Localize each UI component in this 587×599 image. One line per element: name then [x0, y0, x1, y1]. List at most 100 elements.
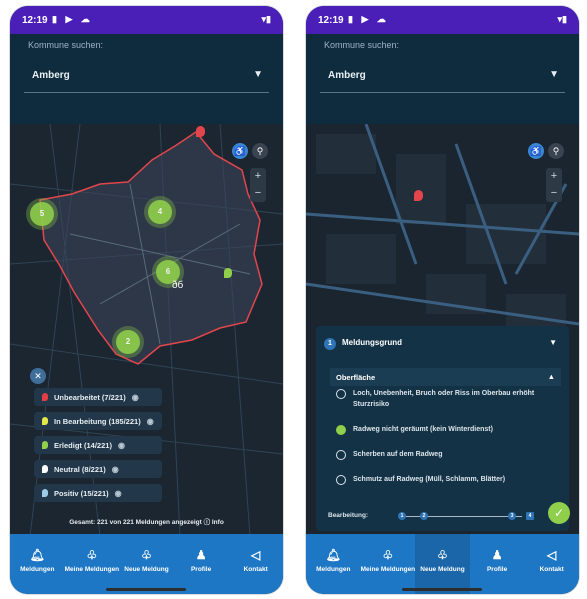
legend-item-erledigt[interactable]: Erledigt (14/221) ◉	[34, 436, 162, 454]
zoom-out-icon[interactable]: −	[546, 185, 562, 202]
pin-icon	[42, 441, 48, 449]
zoom-in-icon[interactable]: +	[546, 168, 562, 185]
tab-profile[interactable]: ♟ Profile	[174, 534, 229, 594]
radio-button-selected[interactable]	[336, 425, 346, 435]
zoom-control[interactable]: + −	[250, 168, 266, 202]
kommune-dropdown[interactable]: Amberg ▼	[320, 62, 565, 93]
person-icon: ♟	[491, 548, 503, 562]
chevron-down-icon: ▼	[549, 69, 559, 80]
eye-icon[interactable]: ◉	[147, 417, 154, 426]
megaphone-icon: ◁	[547, 548, 557, 562]
tab-kontakt[interactable]: ◁ Kontakt	[524, 534, 579, 594]
kommune-value: Amberg	[328, 70, 366, 81]
cluster-marker[interactable]: 4	[148, 200, 172, 224]
status-bar: 12:19 ▮ ▶ ☁ ▾▮	[306, 6, 579, 34]
map-marker-green[interactable]	[224, 268, 232, 278]
pin-icon	[42, 393, 48, 401]
eye-icon[interactable]: ◉	[115, 489, 122, 498]
panel-title: Meldungsgrund	[342, 338, 402, 347]
pin-icon	[42, 489, 48, 497]
tab-meine-meldungen[interactable]: ♧ Meine Meldungen	[361, 534, 416, 594]
kommune-label: Kommune suchen:	[324, 40, 400, 50]
bike-icon[interactable]: ⚲	[548, 143, 564, 159]
status-legend: Unbearbeitet (7/221) ◉ In Bearbeitung (18…	[34, 388, 162, 508]
zoom-in-icon[interactable]: +	[250, 168, 266, 185]
home-indicator	[106, 588, 186, 591]
legend-item-unbearbeitet[interactable]: Unbearbeitet (7/221) ◉	[34, 388, 162, 406]
tab-profile[interactable]: ♟ Profile	[470, 534, 525, 594]
municipality-boundary	[39, 130, 263, 365]
pin-icon	[42, 465, 48, 473]
cluster-marker[interactable]: 2	[116, 330, 140, 354]
progress-step: 3	[508, 512, 516, 520]
progress-step: 2	[420, 512, 428, 520]
bell-plus-icon: ♧	[86, 548, 98, 562]
reason-option[interactable]: Radweg nicht geräumt (kein Winterdienst)	[336, 424, 561, 435]
status-time: 12:19	[22, 15, 48, 26]
radio-button[interactable]	[336, 475, 346, 485]
bell-icon: 🔔︎	[29, 548, 45, 562]
accessibility-icon[interactable]: ♿	[232, 143, 248, 159]
eye-icon[interactable]: ◉	[132, 393, 139, 402]
tab-meldungen[interactable]: 🔔︎ Meldungen	[306, 534, 361, 594]
zoom-control[interactable]: + −	[546, 168, 562, 202]
home-indicator	[402, 588, 482, 591]
pin-icon	[42, 417, 48, 425]
status-icons: ▮ ▶ ☁	[52, 14, 93, 24]
bottom-navigation: 🔔︎ Meldungen ♧ Meine Meldungen ♧ Neue Meldu…	[306, 534, 579, 594]
tab-meldungen[interactable]: 🔔︎ Meldungen	[10, 534, 65, 594]
confirm-check-button[interactable]: ✓	[548, 502, 570, 524]
tab-neue-meldung[interactable]: ♧ Neue Meldung	[119, 534, 174, 594]
bell-icon: 🔔︎	[325, 548, 341, 562]
bell-add-icon: ♧	[437, 548, 448, 562]
map-marker-red[interactable]	[196, 126, 205, 137]
tab-neue-meldung[interactable]: ♧ Neue Meldung	[415, 534, 470, 594]
status-bar: 12:19 ▮ ▶ ☁ ▾▮	[10, 6, 283, 34]
reason-option[interactable]: Schmutz auf Radweg (Müll, Schlamm, Blätt…	[336, 474, 561, 485]
reason-option[interactable]: Scherben auf dem Radweg	[336, 449, 561, 460]
battery-wifi-icon: ▾▮	[261, 14, 271, 24]
phone-screen-map-overview: 12:19 ▮ ▶ ☁ ▾▮ Kommune suchen: Amberg ▼ …	[10, 6, 283, 594]
zoom-out-icon[interactable]: −	[250, 185, 266, 202]
step-badge: 1	[324, 338, 336, 350]
report-reason-panel: 1 Meldungsgrund ▼ Oberfläche ▲ Loch, Unebe…	[316, 326, 570, 531]
status-icons: ▮ ▶ ☁	[348, 14, 389, 24]
bike-icon[interactable]: ⚲	[252, 143, 268, 159]
chevron-up-icon: ▲	[547, 372, 555, 381]
eye-icon[interactable]: ◉	[112, 465, 119, 474]
tab-meine-meldungen[interactable]: ♧ Meine Meldungen	[65, 534, 120, 594]
bell-plus-icon: ♧	[382, 548, 394, 562]
radio-button[interactable]	[336, 389, 346, 399]
reason-option[interactable]: Loch, Unebenheit, Bruch oder Riss im Obe…	[336, 388, 561, 410]
status-time: 12:19	[318, 15, 344, 26]
bottom-navigation: 🔔︎ Meldungen ♧ Meine Meldungen ♧ Neue Meldu…	[10, 534, 283, 594]
legend-item-in-bearbeitung[interactable]: In Bearbeitung (185/221) ◉	[34, 412, 162, 430]
panel-header[interactable]: 1 Meldungsgrund ▼	[324, 338, 561, 358]
map-marker-red[interactable]	[414, 190, 423, 201]
progress-step: 4	[526, 512, 534, 520]
reason-options: Loch, Unebenheit, Bruch oder Riss im Obe…	[330, 388, 561, 499]
kommune-dropdown[interactable]: Amberg ▼	[24, 62, 269, 93]
progress-stepper: Bearbeitung: 1 2 3 4	[328, 508, 538, 524]
radio-button[interactable]	[336, 450, 346, 460]
person-icon: ♟	[195, 548, 207, 562]
legend-item-positiv[interactable]: Positiv (15/221) ◉	[34, 484, 162, 502]
kommune-value: Amberg	[32, 70, 70, 81]
total-count-note: Gesamt: 221 von 221 Meldungen angezeigt …	[69, 519, 224, 526]
progress-label: Bearbeitung:	[328, 512, 369, 519]
battery-wifi-icon: ▾▮	[557, 14, 567, 24]
chevron-down-icon: ▼	[253, 69, 263, 80]
legend-item-neutral[interactable]: Neutral (8/221) ◉	[34, 460, 162, 478]
legend-close-icon[interactable]: ✕	[30, 368, 46, 384]
progress-step: 1	[398, 512, 406, 520]
tab-kontakt[interactable]: ◁ Kontakt	[228, 534, 283, 594]
accessibility-icon[interactable]: ♿	[528, 143, 544, 159]
chevron-down-icon[interactable]: ▼	[549, 338, 557, 347]
kommune-label: Kommune suchen:	[28, 40, 104, 50]
city-logo-icon: ðб	[172, 280, 184, 291]
category-header[interactable]: Oberfläche ▲	[330, 368, 561, 386]
megaphone-icon: ◁	[251, 548, 261, 562]
eye-icon[interactable]: ◉	[118, 441, 125, 450]
cluster-marker[interactable]: 5	[30, 202, 54, 226]
bell-add-icon: ♧	[141, 548, 152, 562]
